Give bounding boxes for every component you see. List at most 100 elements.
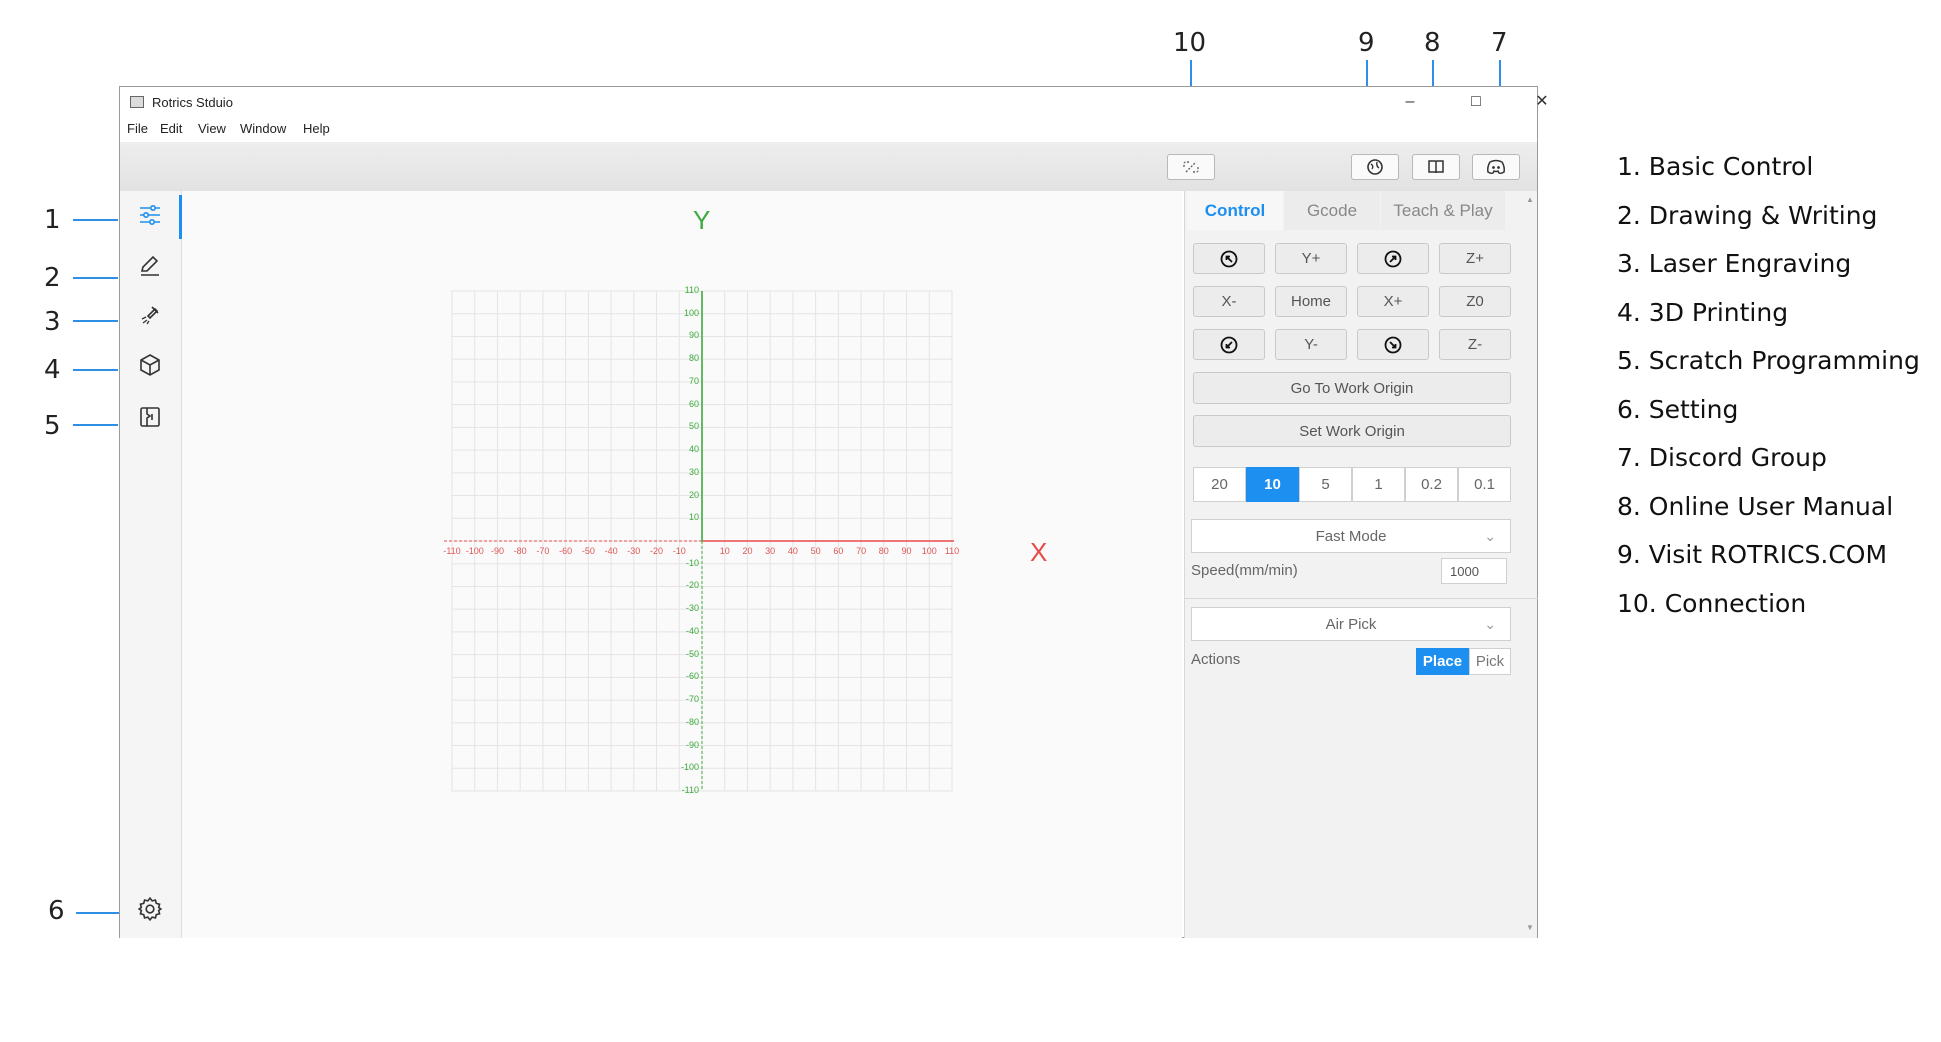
arrow-down-left-icon [1220, 336, 1238, 353]
legend-item: 4. 3D Printing [1617, 297, 1789, 327]
minimize-button[interactable]: – [1396, 91, 1424, 113]
panel-scrollbar[interactable]: ▲ ▼ [1524, 191, 1536, 936]
menu-edit[interactable]: Edit [160, 121, 182, 136]
end-effector-select[interactable]: Air Pick ⌄ [1191, 607, 1511, 641]
window-title: Rotrics Stduio [152, 95, 233, 110]
menu-bar: File Edit View Window Help [120, 117, 1537, 139]
speed-input[interactable]: 1000 [1441, 558, 1507, 584]
callout-3: 3 [44, 307, 61, 337]
z-zero-button[interactable]: Z0 [1439, 286, 1511, 317]
y-tick-label: 40 [688, 444, 699, 455]
legend-item: 7. Discord Group [1617, 443, 1827, 472]
scroll-down-icon[interactable]: ▼ [1526, 923, 1534, 932]
sidebar-item-settings[interactable] [130, 891, 170, 927]
jog-up-left-button[interactable] [1193, 243, 1265, 274]
connection-button[interactable] [1167, 154, 1215, 180]
mode-select-value: Fast Mode [1315, 527, 1387, 545]
jog-up-right-button[interactable] [1357, 243, 1429, 274]
callout-line-2 [73, 277, 118, 279]
sidebar-item-drawing-writing[interactable] [130, 247, 170, 283]
feature-legend: 1. Basic Control 2. Drawing & Writing 3.… [1617, 143, 1920, 628]
tab-gcode[interactable]: Gcode [1284, 191, 1380, 230]
sidebar-item-3d-printing[interactable] [130, 347, 170, 383]
step-20[interactable]: 20 [1193, 467, 1246, 502]
y-tick-label: 20 [688, 489, 699, 500]
discord-button[interactable] [1472, 154, 1520, 180]
z-plus-button[interactable]: Z+ [1439, 243, 1511, 274]
sidebar-item-laser-engraving[interactable] [130, 297, 170, 333]
callout-line-3 [73, 320, 118, 322]
scroll-up-icon[interactable]: ▲ [1526, 195, 1534, 204]
x-tick-label: -100 [465, 546, 484, 556]
legend-item: 3. Laser Engraving [1617, 249, 1852, 278]
arrow-up-right-icon [1384, 250, 1402, 267]
legend-item: 2. Drawing & Writing [1617, 200, 1878, 230]
legend-item: 6. Setting [1617, 394, 1739, 424]
sidebar-item-scratch-programming[interactable] [130, 399, 170, 435]
set-work-origin-button[interactable]: Set Work Origin [1193, 415, 1511, 447]
menu-help[interactable]: Help [303, 121, 330, 136]
jog-down-right-button[interactable] [1357, 329, 1429, 360]
home-button[interactable]: Home [1275, 286, 1347, 317]
legend-item: 10. Connection [1617, 588, 1807, 618]
x-tick-label: 100 [921, 546, 937, 556]
website-button[interactable] [1351, 154, 1399, 180]
y-tick-label: 100 [683, 307, 699, 318]
step-1[interactable]: 1 [1352, 467, 1405, 502]
y-tick-label: 60 [688, 398, 699, 409]
x-tick-label: 10 [719, 546, 730, 556]
y-minus-button[interactable]: Y- [1275, 329, 1347, 360]
x-tick-label: -30 [627, 546, 641, 556]
scratch-icon [140, 407, 160, 427]
callout-7: 7 [1491, 28, 1508, 58]
y-tick-label: -110 [681, 785, 699, 795]
mode-select[interactable]: Fast Mode ⌄ [1191, 519, 1511, 553]
tab-teach-play[interactable]: Teach & Play [1381, 191, 1505, 230]
place-button[interactable]: Place [1416, 648, 1469, 675]
callout-8: 8 [1424, 28, 1441, 58]
close-button[interactable]: ✕ [1528, 91, 1556, 113]
callout-1: 1 [44, 205, 61, 235]
step-5[interactable]: 5 [1299, 467, 1352, 502]
laser-icon [141, 306, 159, 325]
callout-line-5 [73, 424, 118, 426]
step-0-2[interactable]: 0.2 [1405, 467, 1458, 502]
callout-5: 5 [44, 411, 61, 441]
menu-window[interactable]: Window [240, 121, 286, 136]
y-tick-label: 110 [684, 285, 699, 295]
callout-line-6 [76, 912, 121, 914]
z-minus-button[interactable]: Z- [1439, 329, 1511, 360]
y-axis-label: Y [693, 205, 711, 235]
menu-view[interactable]: View [198, 121, 226, 136]
x-tick-label: -50 [581, 546, 595, 556]
title-bar[interactable]: Rotrics Stduio – □ ✕ [120, 87, 1549, 117]
step-0-1[interactable]: 0.1 [1458, 467, 1511, 502]
y-plus-button[interactable]: Y+ [1275, 243, 1347, 274]
jog-down-left-button[interactable] [1193, 329, 1265, 360]
go-to-work-origin-button[interactable]: Go To Work Origin [1193, 372, 1511, 404]
x-minus-button[interactable]: X- [1193, 286, 1265, 317]
cube-icon [140, 354, 160, 376]
x-tick-label: -60 [559, 546, 573, 556]
pick-button[interactable]: Pick [1469, 648, 1511, 675]
menu-file[interactable]: File [127, 121, 148, 136]
x-tick-label: 40 [787, 546, 798, 556]
x-tick-label: -80 [513, 546, 527, 556]
x-tick-label: -10 [672, 546, 686, 556]
x-tick-label: 90 [901, 546, 912, 556]
control-panel: Control Gcode Teach & Play Y+ Z+ X- Home… [1184, 191, 1538, 938]
callout-line-4 [73, 369, 118, 371]
sidebar-item-basic-control[interactable] [130, 197, 170, 233]
speed-label: Speed(mm/min) [1191, 562, 1298, 579]
y-tick-label: 90 [688, 330, 699, 341]
y-tick-label: 70 [688, 375, 699, 386]
user-manual-button[interactable] [1412, 154, 1460, 180]
maximize-button[interactable]: □ [1462, 91, 1490, 113]
step-10[interactable]: 10 [1246, 467, 1299, 502]
workspace-canvas[interactable]: Y X -110 -100 -90 -80 -70 -60 -50 -40 -30 -20 -10 1… [182, 191, 1182, 938]
x-plus-button[interactable]: X+ [1357, 286, 1429, 317]
callout-4: 4 [44, 355, 61, 385]
app-icon [130, 96, 144, 108]
x-tick-label: -20 [650, 546, 664, 556]
tab-control[interactable]: Control [1187, 191, 1283, 230]
